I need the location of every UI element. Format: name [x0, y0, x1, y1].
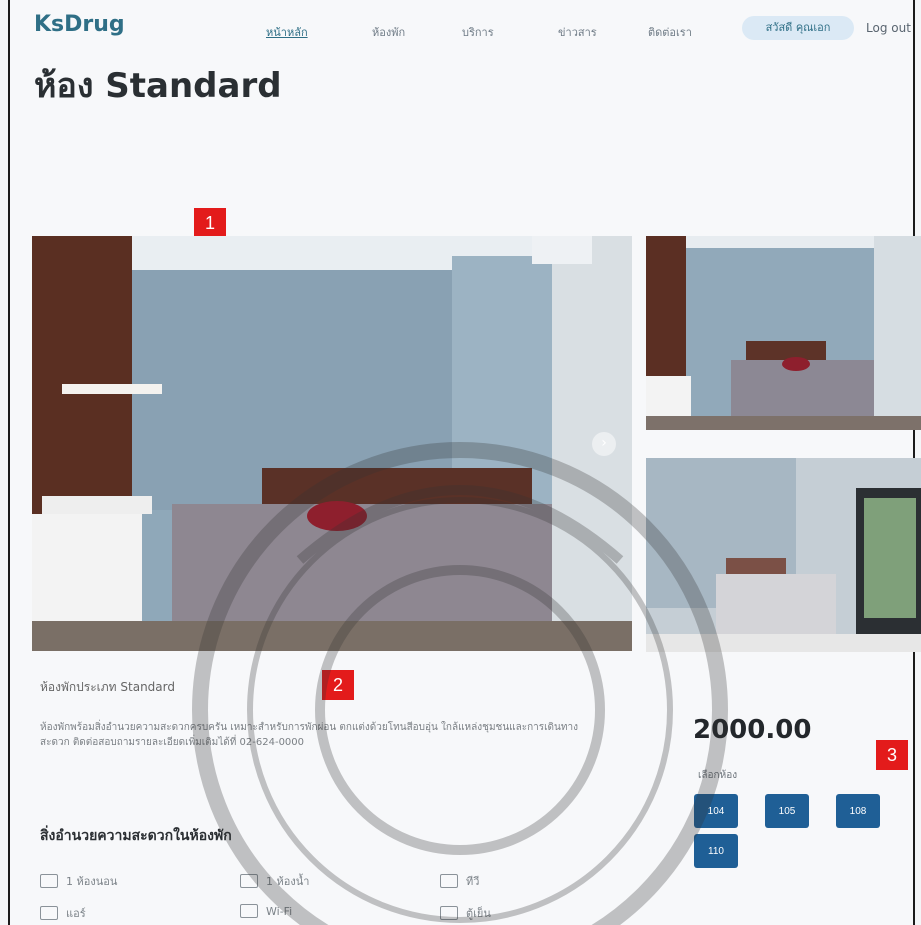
- nav-news[interactable]: ข่าวสาร: [558, 23, 597, 41]
- room-button-104[interactable]: 104: [694, 794, 738, 828]
- amenity-tv: ทีวี: [440, 872, 479, 890]
- marker-3: 3: [876, 740, 908, 770]
- bed-icon: [40, 874, 58, 888]
- next-image-arrow[interactable]: ›: [592, 432, 616, 456]
- nav-rooms[interactable]: ห้องพัก: [372, 23, 405, 41]
- wifi-icon: [240, 904, 258, 918]
- brand-logo[interactable]: KsDrug: [34, 12, 125, 37]
- room-select-label: เลือกห้อง: [698, 770, 738, 781]
- nav-home[interactable]: หน้าหลัก: [266, 23, 308, 41]
- room-button-108[interactable]: 108: [836, 794, 880, 828]
- logout-link[interactable]: Log out: [866, 21, 911, 35]
- browser-frame: KsDrug หน้าหลัก ห้องพัก บริการ ข่าวสาร ต…: [8, 0, 921, 925]
- room-button-105[interactable]: 105: [765, 794, 809, 828]
- amenity-wifi: Wi-Fi: [240, 904, 292, 918]
- room-meta: ห้องพักประเภท Standard: [40, 680, 175, 694]
- air-conditioner-icon: [40, 906, 58, 920]
- room-thumbnail-1[interactable]: [646, 236, 921, 430]
- nav-contact[interactable]: ติดต่อเรา: [648, 23, 692, 41]
- room-button-110[interactable]: 110: [694, 834, 738, 868]
- marker-1: 1: [194, 208, 226, 238]
- amenity-fridge: ตู้เย็น: [440, 904, 491, 922]
- bath-icon: [240, 874, 258, 888]
- amenity-bedroom: 1 ห้องนอน: [40, 872, 117, 890]
- profile-button[interactable]: สวัสดี คุณเอก: [742, 16, 854, 40]
- marker-2: 2: [322, 670, 354, 700]
- nav-services[interactable]: บริการ: [462, 23, 494, 41]
- amenity-air: แอร์: [40, 904, 86, 922]
- amenity-bathroom: 1 ห้องน้ำ: [240, 872, 309, 890]
- room-description: ห้องพักพร้อมสิ่งอำนวยความสะดวกครบครัน เห…: [40, 722, 578, 748]
- room-thumbnail-2[interactable]: [646, 458, 921, 652]
- fridge-icon: [440, 906, 458, 920]
- page-title: ห้อง Standard: [34, 66, 282, 106]
- room-price: 2000.00: [693, 715, 812, 745]
- amenities-title: สิ่งอำนวยความสะดวกในห้องพัก: [40, 828, 232, 844]
- tv-icon: [440, 874, 458, 888]
- navbar: KsDrug หน้าหลัก ห้องพัก บริการ ข่าวสาร ต…: [10, 0, 913, 58]
- main-room-image[interactable]: [32, 236, 632, 651]
